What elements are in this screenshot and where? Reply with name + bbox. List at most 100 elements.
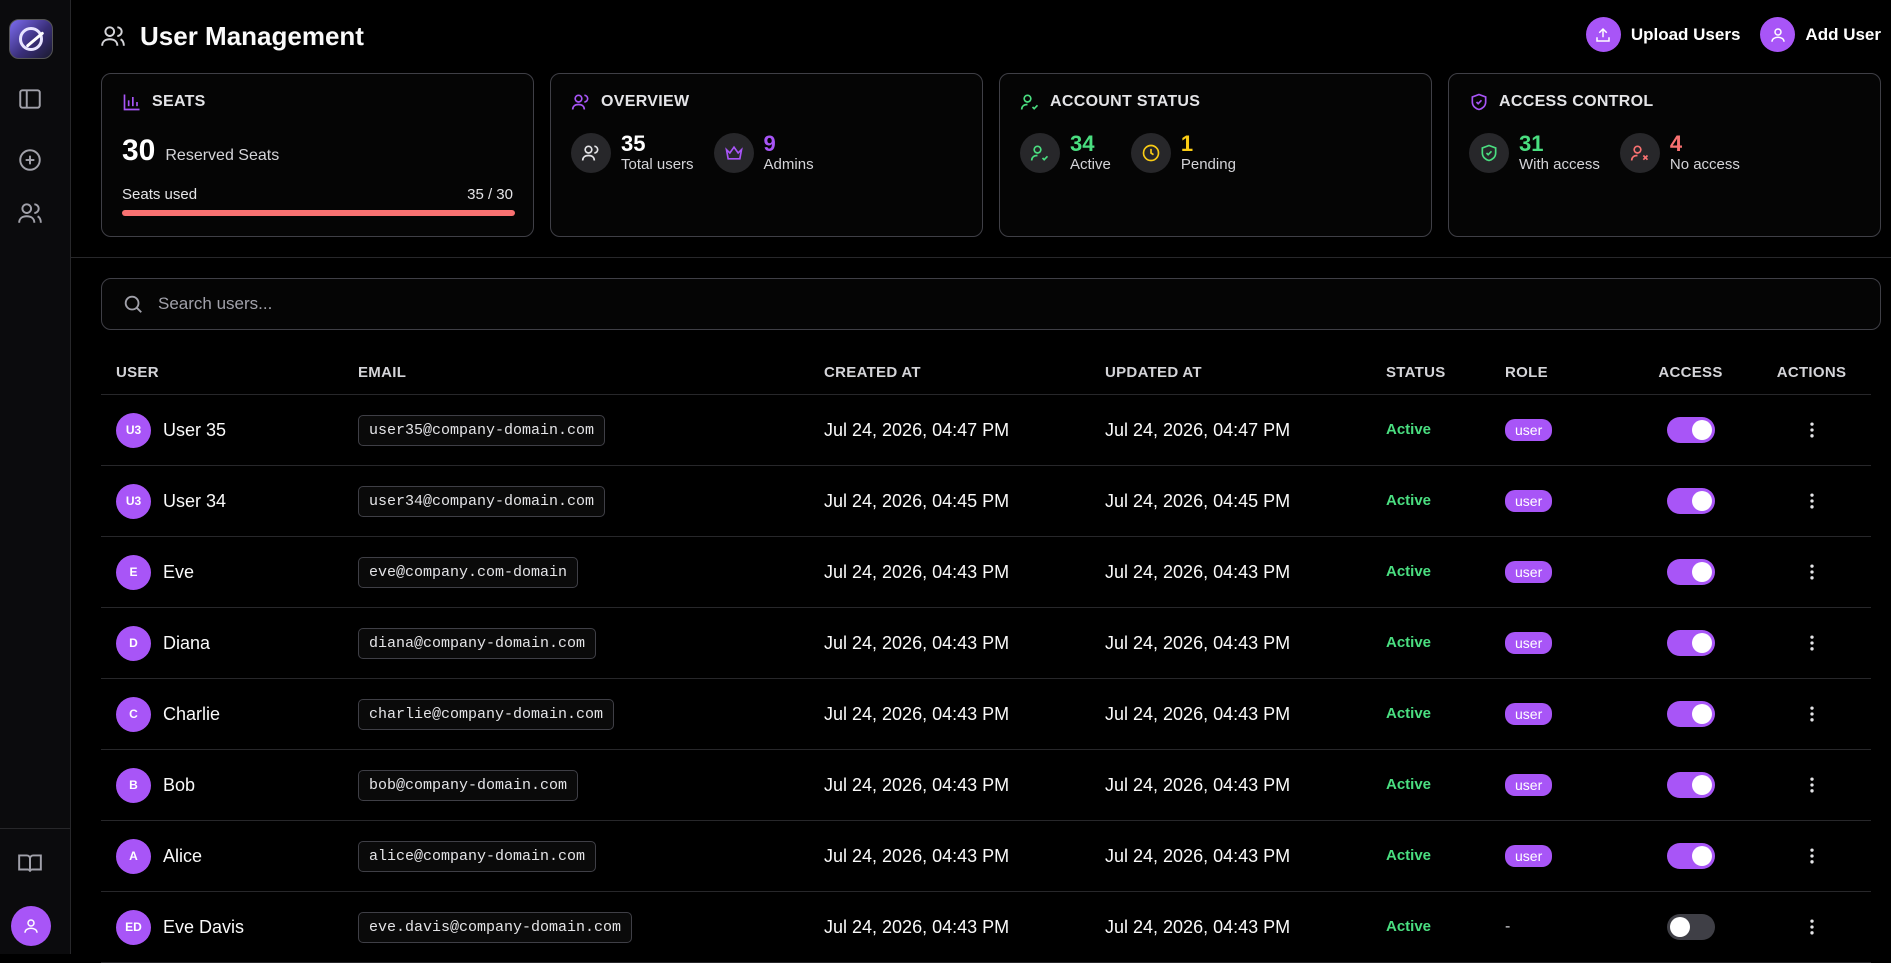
role-badge: user: [1505, 774, 1553, 796]
user-name: Alice: [163, 845, 203, 866]
table-header: USER EMAIL CREATED AT UPDATED AT STATUS …: [101, 350, 1871, 395]
overview-card: OVERVIEW 35 Total users 9 Admins: [550, 73, 983, 237]
reserved-seats-count: 30: [122, 134, 156, 167]
shield-check-icon: [1471, 93, 1487, 111]
shield-check-icon: [1481, 144, 1497, 161]
access-toggle[interactable]: [1666, 630, 1715, 656]
column-header-email[interactable]: EMAIL: [358, 364, 824, 381]
access-toggle[interactable]: [1666, 843, 1715, 869]
more-vertical-icon[interactable]: [1802, 704, 1822, 724]
more-vertical-icon[interactable]: [1802, 846, 1822, 866]
column-header-status[interactable]: STATUS: [1386, 364, 1505, 381]
user-email: alice@company-domain.com: [358, 840, 597, 872]
access-control-card: ACCESS CONTROL 31 With access 4 No access: [1448, 73, 1881, 237]
upload-users-label: Upload Users: [1630, 24, 1741, 44]
admins-label: Admins: [763, 156, 814, 173]
more-vertical-icon[interactable]: [1802, 775, 1822, 795]
sidebar-divider: [0, 828, 70, 829]
table-row[interactable]: A Alice alice@company-domain.com Jul 24,…: [101, 821, 1871, 892]
users-table: USER EMAIL CREATED AT UPDATED AT STATUS …: [101, 350, 1871, 963]
page-header: User Management: [100, 18, 364, 54]
table-row[interactable]: ED Eve Davis eve.davis@company-domain.co…: [101, 892, 1871, 963]
upload-icon: [1596, 27, 1611, 42]
updated-at: Jul 24, 2026, 04:43 PM: [1105, 703, 1291, 724]
user-x-icon: [1630, 145, 1648, 161]
user-avatar: A: [116, 838, 151, 874]
docs-book-icon[interactable]: [17, 850, 43, 876]
search-input[interactable]: [158, 294, 1758, 314]
users-nav-icon[interactable]: [17, 200, 43, 226]
users-icon: [571, 94, 589, 110]
add-user-label: Add User: [1805, 24, 1881, 44]
page-title: User Management: [140, 20, 364, 51]
add-user-button[interactable]: Add User: [1760, 17, 1881, 52]
users-icon: [581, 145, 599, 161]
more-vertical-icon[interactable]: [1802, 633, 1822, 653]
account-status-card: ACCOUNT STATUS 34 Active 1 Pending: [999, 73, 1432, 237]
profile-avatar[interactable]: [11, 906, 51, 946]
user-check-icon: [1030, 145, 1049, 161]
clock-icon: [1142, 144, 1160, 161]
toggle-knob: [1669, 917, 1690, 937]
user-email: eve.davis@company-domain.com: [358, 911, 633, 943]
created-at: Jul 24, 2026, 04:43 PM: [824, 632, 1010, 653]
toggle-knob: [1691, 562, 1712, 582]
column-header-user[interactable]: USER: [101, 364, 358, 381]
new-item-icon[interactable]: [17, 147, 43, 173]
column-header-access: ACCESS: [1658, 363, 1723, 381]
toggle-knob: [1691, 491, 1712, 511]
created-at: Jul 24, 2026, 04:43 PM: [824, 845, 1010, 866]
updated-at: Jul 24, 2026, 04:43 PM: [1105, 916, 1291, 937]
access-control-title: ACCESS CONTROL: [1499, 93, 1654, 110]
access-toggle[interactable]: [1666, 417, 1715, 443]
table-row[interactable]: B Bob bob@company-domain.com Jul 24, 202…: [101, 750, 1871, 821]
section-divider: [71, 257, 1891, 258]
table-row[interactable]: U3 User 35 user35@company-domain.com Jul…: [101, 395, 1871, 466]
account-status-title: ACCOUNT STATUS: [1050, 93, 1201, 110]
user-plus-icon: [1771, 27, 1785, 42]
seats-used-label: Seats used: [122, 186, 198, 203]
created-at: Jul 24, 2026, 04:43 PM: [824, 703, 1010, 724]
pending-label: Pending: [1180, 156, 1236, 173]
user-icon: [24, 919, 38, 933]
no-access-label: No access: [1669, 156, 1740, 173]
table-row[interactable]: C Charlie charlie@company-domain.com Jul…: [101, 679, 1871, 750]
toggle-knob: [1691, 775, 1712, 795]
column-header-updated[interactable]: UPDATED AT: [1105, 364, 1386, 381]
access-toggle[interactable]: [1666, 914, 1715, 940]
toggle-knob: [1691, 704, 1712, 724]
column-header-role[interactable]: ROLE: [1505, 364, 1629, 381]
more-vertical-icon[interactable]: [1802, 562, 1822, 582]
seats-title: SEATS: [152, 93, 206, 110]
user-name: Charlie: [163, 703, 221, 724]
table-body: U3 User 35 user35@company-domain.com Jul…: [101, 395, 1871, 963]
table-row[interactable]: D Diana diana@company-domain.com Jul 24,…: [101, 608, 1871, 679]
more-vertical-icon[interactable]: [1802, 917, 1822, 937]
more-vertical-icon[interactable]: [1802, 491, 1822, 511]
updated-at: Jul 24, 2026, 04:43 PM: [1105, 632, 1291, 653]
access-toggle[interactable]: [1666, 488, 1715, 514]
status-badge: Active: [1386, 918, 1432, 935]
status-badge: Active: [1386, 492, 1432, 509]
table-row[interactable]: U3 User 34 user34@company-domain.com Jul…: [101, 466, 1871, 537]
more-vertical-icon[interactable]: [1802, 420, 1822, 440]
upload-users-button[interactable]: Upload Users: [1585, 17, 1741, 52]
status-badge: Active: [1386, 634, 1432, 651]
users-icon: [101, 26, 125, 46]
total-users-count: 35: [621, 131, 646, 156]
app-logo[interactable]: [9, 19, 53, 59]
user-avatar: C: [116, 696, 151, 732]
search-icon: [124, 295, 142, 313]
table-row[interactable]: E Eve eve@company.com-domain Jul 24, 202…: [101, 537, 1871, 608]
no-access-count: 4: [1669, 131, 1683, 156]
access-toggle[interactable]: [1666, 772, 1715, 798]
updated-at: Jul 24, 2026, 04:43 PM: [1105, 774, 1291, 795]
user-avatar: E: [116, 554, 151, 590]
column-header-created[interactable]: CREATED AT: [824, 364, 1105, 381]
user-email: eve@company.com-domain: [358, 556, 579, 588]
user-avatar: U3: [116, 483, 151, 519]
created-at: Jul 24, 2026, 04:43 PM: [824, 916, 1010, 937]
access-toggle[interactable]: [1666, 559, 1715, 585]
sidebar-toggle-icon[interactable]: [17, 86, 43, 112]
access-toggle[interactable]: [1666, 701, 1715, 727]
